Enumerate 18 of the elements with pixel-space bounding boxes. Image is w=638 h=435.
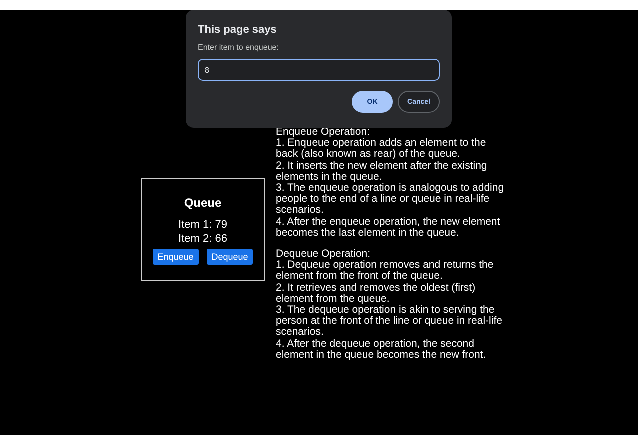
- point-text: 3. The dequeue operation is akin to serving the person at the front of the line or queue in real-life scenarios.: [276, 305, 504, 339]
- dequeue-button[interactable]: Dequeue: [206, 249, 254, 265]
- queue-item: Item 2: 66: [178, 232, 228, 246]
- dialog-message: Enter item to enqueue:: [198, 43, 280, 52]
- point-text: 1. Enqueue operation adds an element to the back (also known as rear) of the queue.: [276, 138, 488, 161]
- point-text: 4. After the dequeue operation, the second element in the queue becomes the new front.: [276, 338, 488, 362]
- queue-item: Item 1: 79: [178, 218, 228, 232]
- dialog-title: This page says: [198, 24, 278, 36]
- point-text: 2. It retrieves and removes the oldest (first) element from the queue.: [276, 282, 476, 306]
- section-heading: Enqueue Operation:: [276, 127, 370, 138]
- queue-title: Queue: [184, 196, 222, 210]
- input-field[interactable]: 8: [198, 59, 440, 81]
- point-text: 2. It inserts the new element after the existing elements in the queue.: [276, 160, 488, 183]
- section-heading: Dequeue Operation:: [276, 249, 371, 260]
- point-text: 4. After the enqueue operation, the new element becomes the last element in the queue.: [276, 216, 502, 240]
- point-text: 1. Dequeue operation removes and returns the element from the front of the queue.: [276, 260, 495, 283]
- point-text: 3. The enqueue operation is analogous to adding people to the end of a line or queue in real-life scenarios.: [276, 183, 506, 217]
- enqueue-button[interactable]: Enqueue: [152, 249, 199, 265]
